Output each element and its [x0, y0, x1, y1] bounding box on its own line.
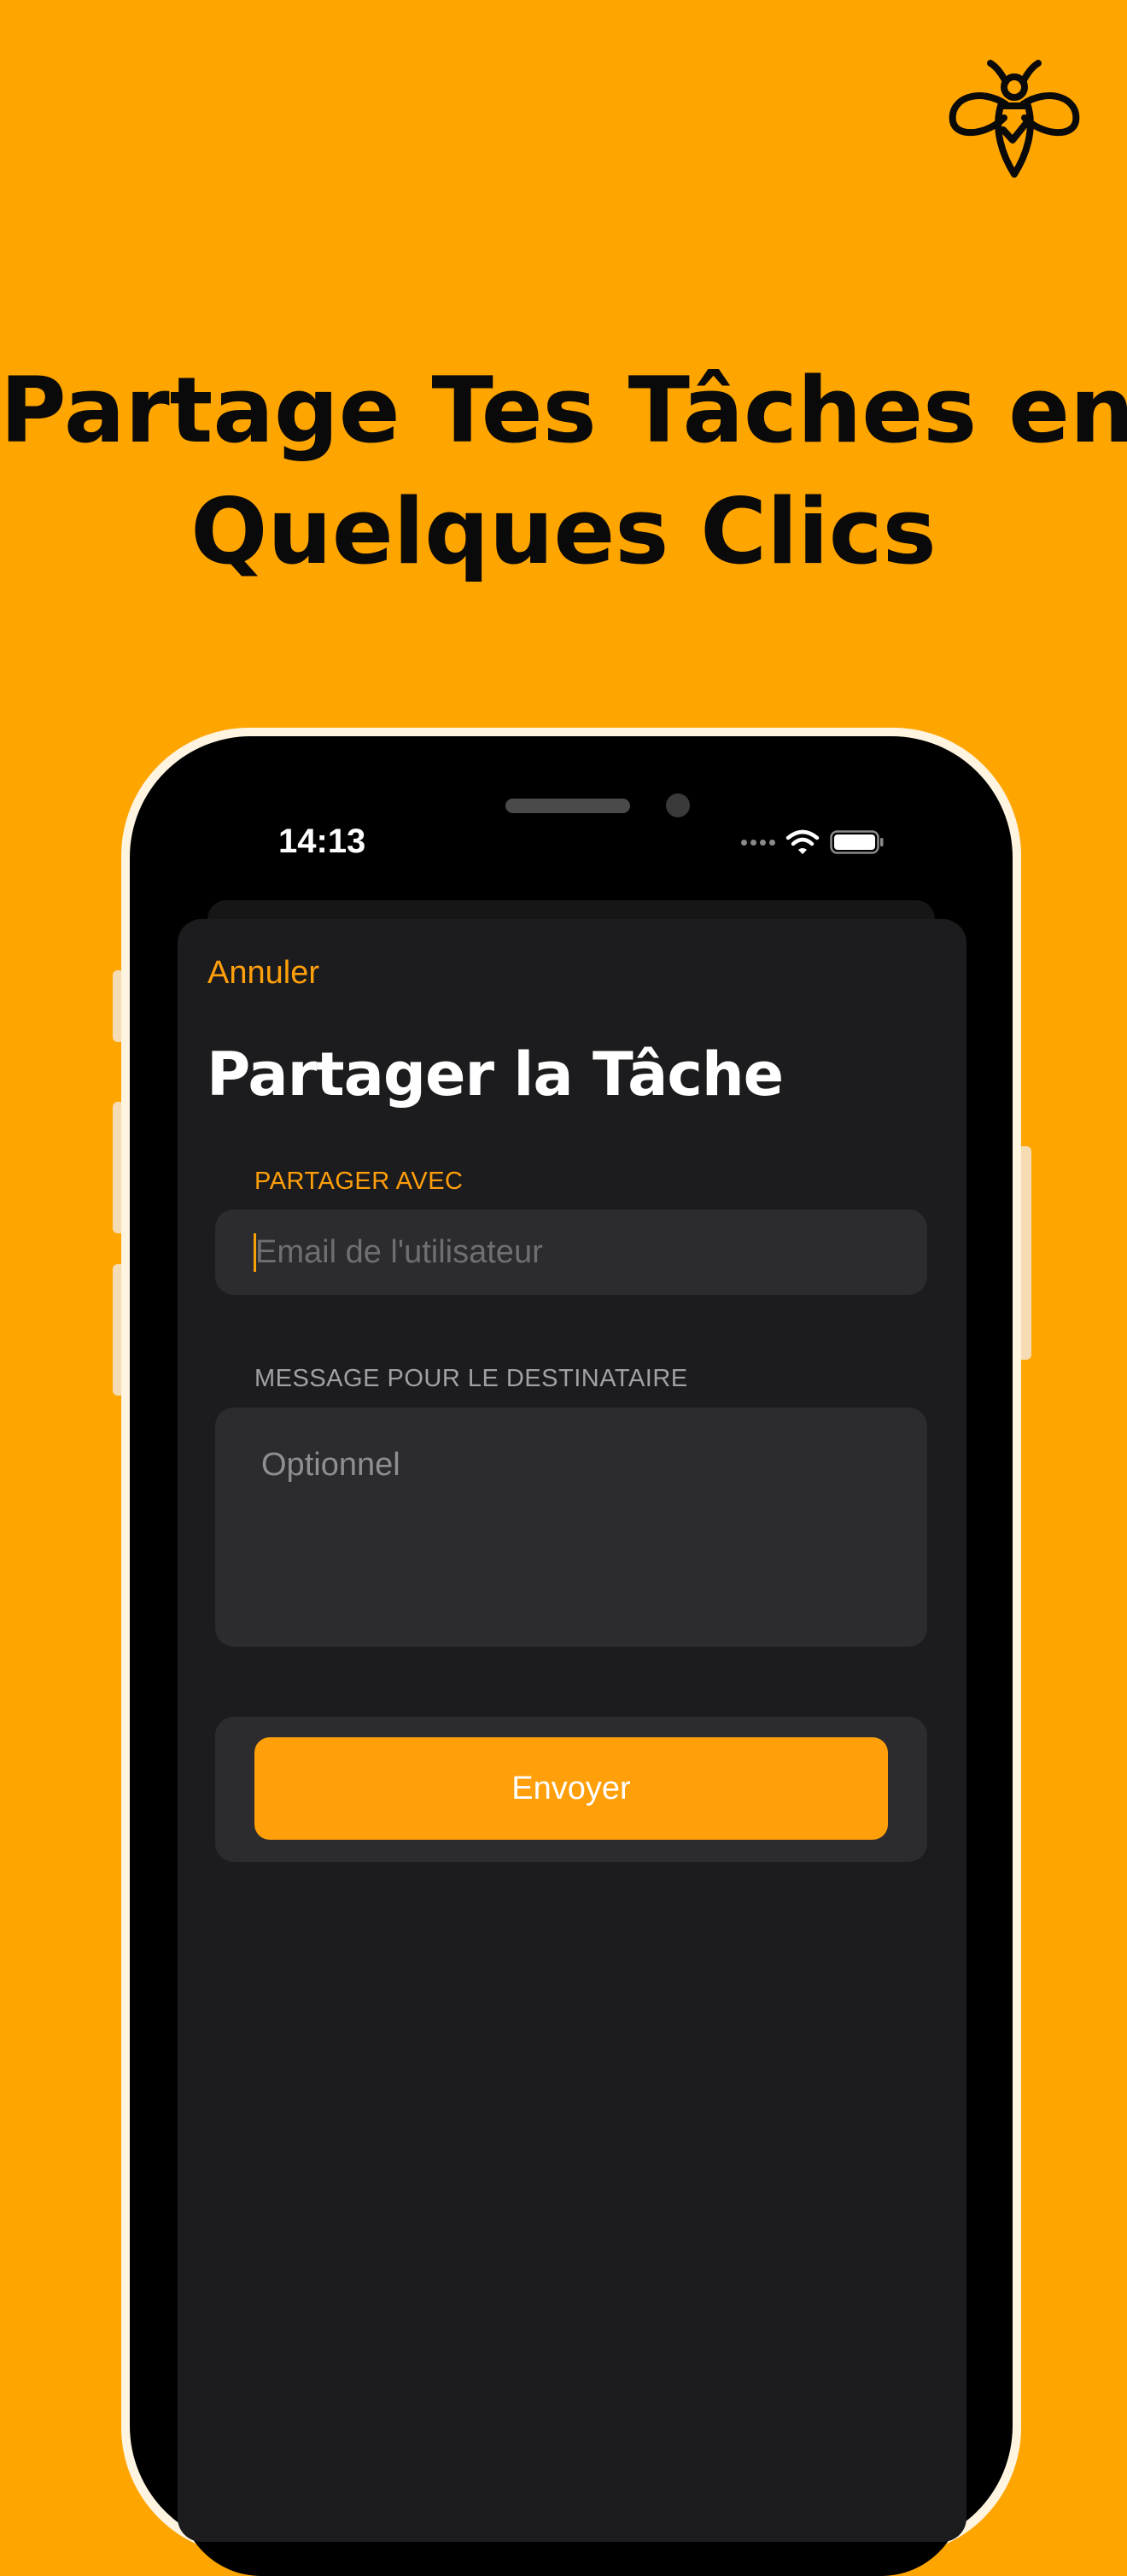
- signal-icon: [741, 839, 775, 846]
- text-cursor: [254, 1233, 256, 1272]
- phone-notch: [350, 782, 792, 851]
- message-input[interactable]: [261, 1443, 902, 1614]
- cancel-button[interactable]: Annuler: [207, 951, 319, 994]
- email-input[interactable]: [254, 1227, 904, 1278]
- bee-check-icon: [949, 60, 1080, 178]
- battery-icon: [830, 830, 884, 854]
- send-button[interactable]: Envoyer: [254, 1737, 888, 1840]
- headline-line-2: Quelques Clics: [190, 479, 937, 584]
- sheet-title: Partager la Tâche: [207, 1039, 784, 1109]
- status-icons: [741, 825, 885, 859]
- message-label: MESSAGE POUR LE DESTINATAIRE: [254, 1365, 688, 1392]
- headline: Partage Tes Tâches en Quelques Clics: [0, 350, 1127, 593]
- status-time: 14:13: [278, 823, 366, 860]
- front-camera: [666, 793, 690, 817]
- headline-line-1: Partage Tes Tâches en: [0, 358, 1127, 463]
- earpiece-speaker: [505, 799, 630, 813]
- wifi-icon: [785, 829, 820, 854]
- share-with-label: PARTAGER AVEC: [254, 1168, 464, 1195]
